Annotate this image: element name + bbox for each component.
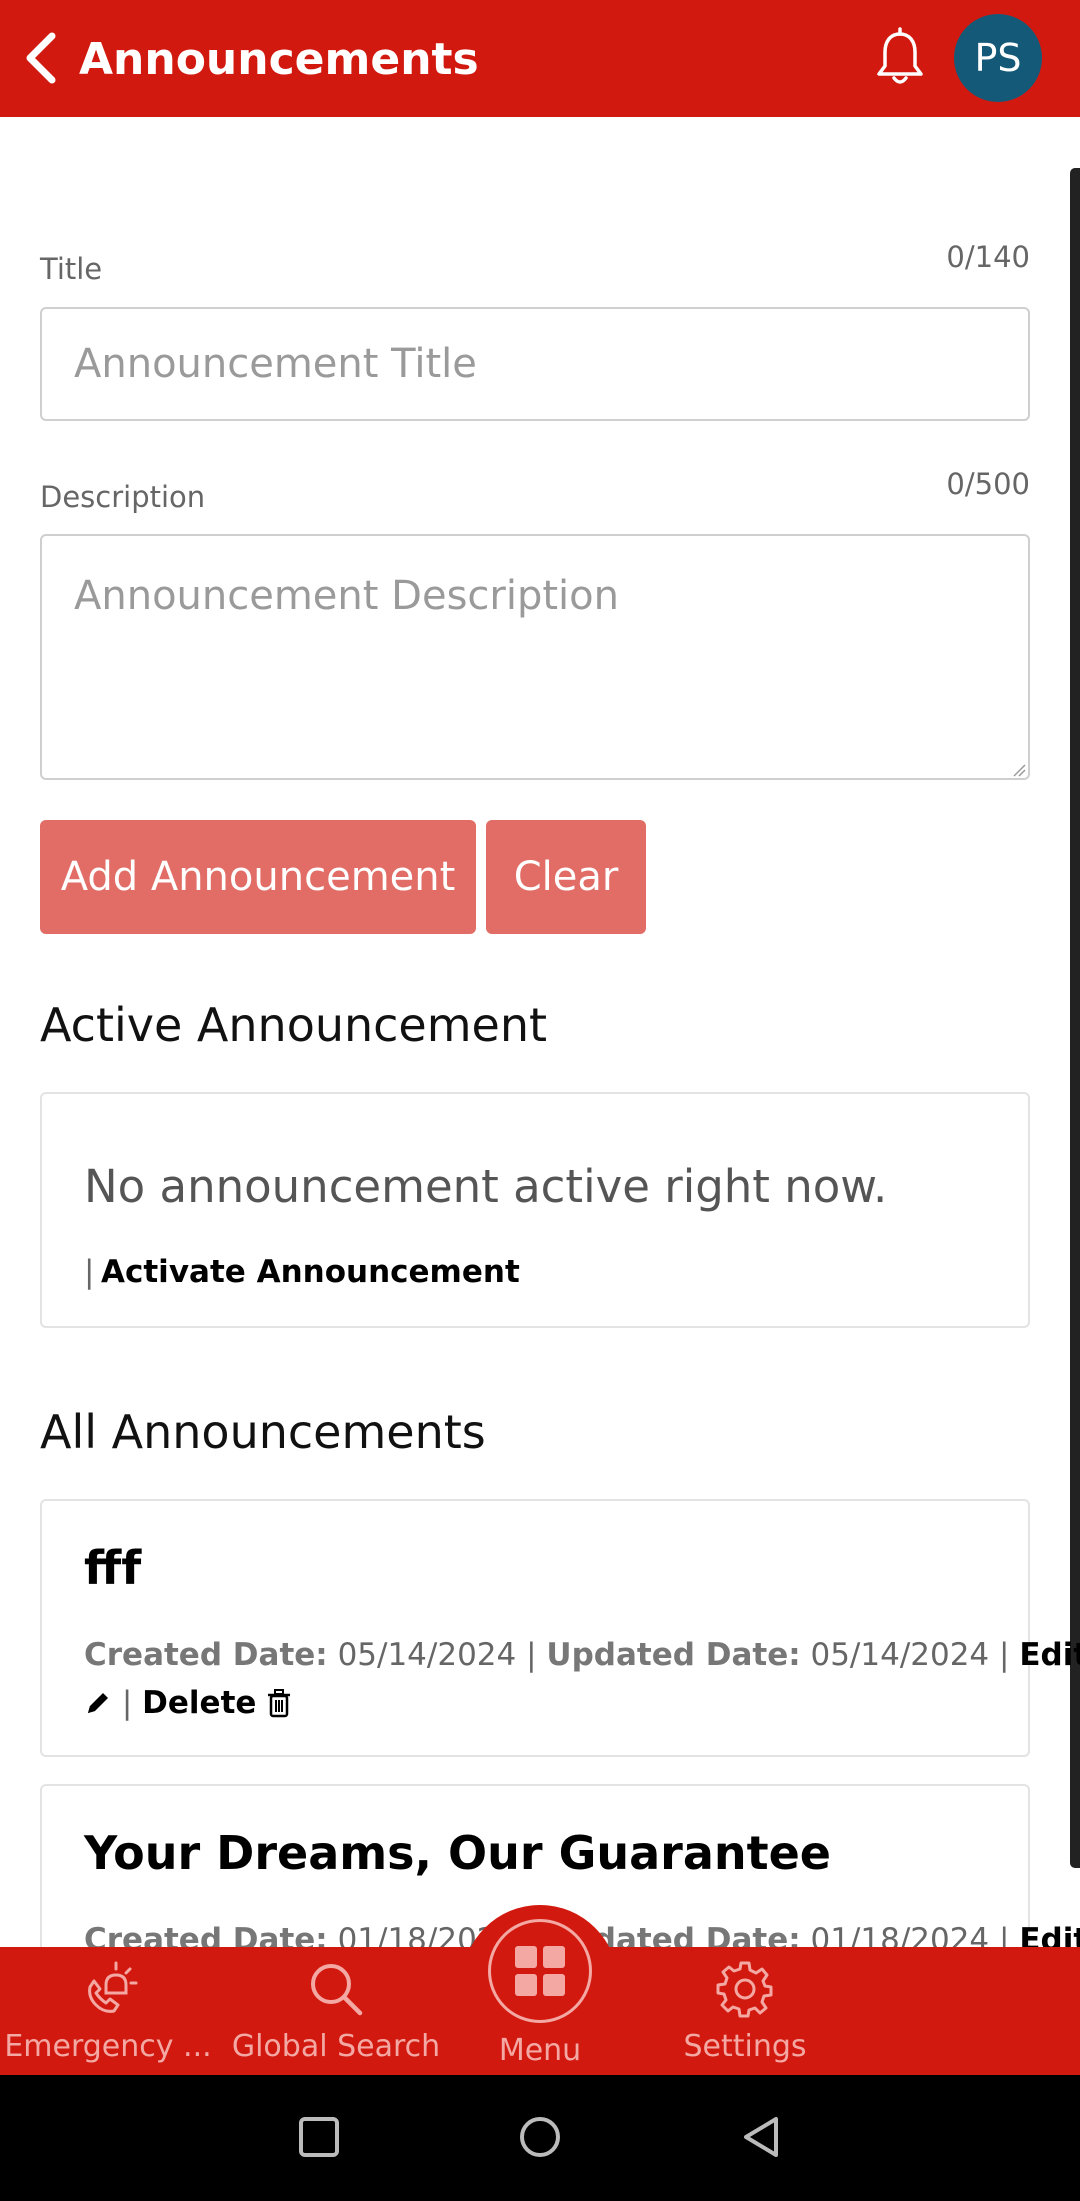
delete-link[interactable]: Delete	[142, 1685, 256, 1721]
title-input[interactable]: Announcement Title	[40, 307, 1030, 421]
nav-emergency-label: Emergency ...	[4, 2029, 212, 2064]
active-announcement-heading: Active Announcement	[40, 998, 548, 1052]
nav-settings[interactable]: Settings	[650, 1947, 840, 2075]
created-label: Created Date:	[84, 1637, 328, 1673]
announcement-meta: Created Date: 05/14/2024 | Updated Date:…	[84, 1631, 1080, 1679]
search-icon	[311, 1964, 363, 2016]
add-announcement-button[interactable]: Add Announcement	[40, 820, 476, 934]
page-title: Announcements	[79, 34, 479, 85]
nav-global-search-label: Global Search	[231, 2029, 441, 2064]
nav-global-search[interactable]: Global Search	[226, 1947, 446, 2075]
separator: |	[84, 1254, 95, 1290]
grid-icon	[515, 1946, 565, 1996]
clear-button[interactable]: Clear	[486, 820, 646, 934]
resize-handle-icon[interactable]	[1012, 763, 1026, 777]
nav-emergency[interactable]: Emergency ...	[0, 1947, 216, 2075]
nav-settings-label: Settings	[683, 2029, 807, 2064]
announcement-actions: | Delete	[84, 1679, 292, 1727]
app-header: Announcements PS	[0, 0, 1080, 117]
system-nav-bar	[0, 2075, 1080, 2201]
nav-menu-label: Menu	[498, 2033, 582, 2068]
back-icon[interactable]	[18, 28, 68, 88]
home-icon[interactable]	[518, 2115, 562, 2159]
recent-apps-icon[interactable]	[298, 2116, 340, 2158]
updated-label: Updated Date:	[546, 1637, 801, 1673]
announcement-title: fff	[84, 1541, 142, 1595]
announcements-screen: Announcements PS Title 0/140 Announcemen…	[0, 0, 1080, 2201]
menu-button[interactable]	[488, 1919, 592, 2023]
active-announcement-card: No announcement active right now. | Acti…	[40, 1092, 1030, 1328]
bell-icon[interactable]	[868, 26, 932, 90]
description-label: Description	[40, 480, 206, 514]
title-counter: 0/140	[946, 240, 1030, 274]
emergency-icon	[88, 1961, 138, 2013]
announcement-title: Your Dreams, Our Guarantee	[84, 1826, 832, 1880]
edit-link[interactable]: Edit	[1019, 1637, 1080, 1673]
updated-date: 05/14/2024	[810, 1637, 990, 1673]
back-nav-icon[interactable]	[740, 2115, 784, 2159]
pencil-icon[interactable]	[84, 1689, 112, 1717]
description-counter: 0/500	[946, 467, 1030, 501]
trash-icon[interactable]	[266, 1688, 292, 1718]
announcement-card: fff Created Date: 05/14/2024 | Updated D…	[40, 1499, 1080, 1757]
description-textarea[interactable]: Announcement Description	[40, 534, 1030, 780]
all-announcements-heading: All Announcements	[40, 1405, 486, 1459]
title-label: Title	[40, 252, 103, 286]
created-date: 05/14/2024	[337, 1637, 517, 1673]
gear-icon	[716, 1961, 773, 2018]
avatar[interactable]: PS	[954, 14, 1042, 102]
activate-announcement-link[interactable]: Activate Announcement	[101, 1254, 520, 1290]
empty-state-text: No announcement active right now.	[84, 1160, 888, 1213]
scrollbar[interactable]	[1070, 168, 1080, 1868]
